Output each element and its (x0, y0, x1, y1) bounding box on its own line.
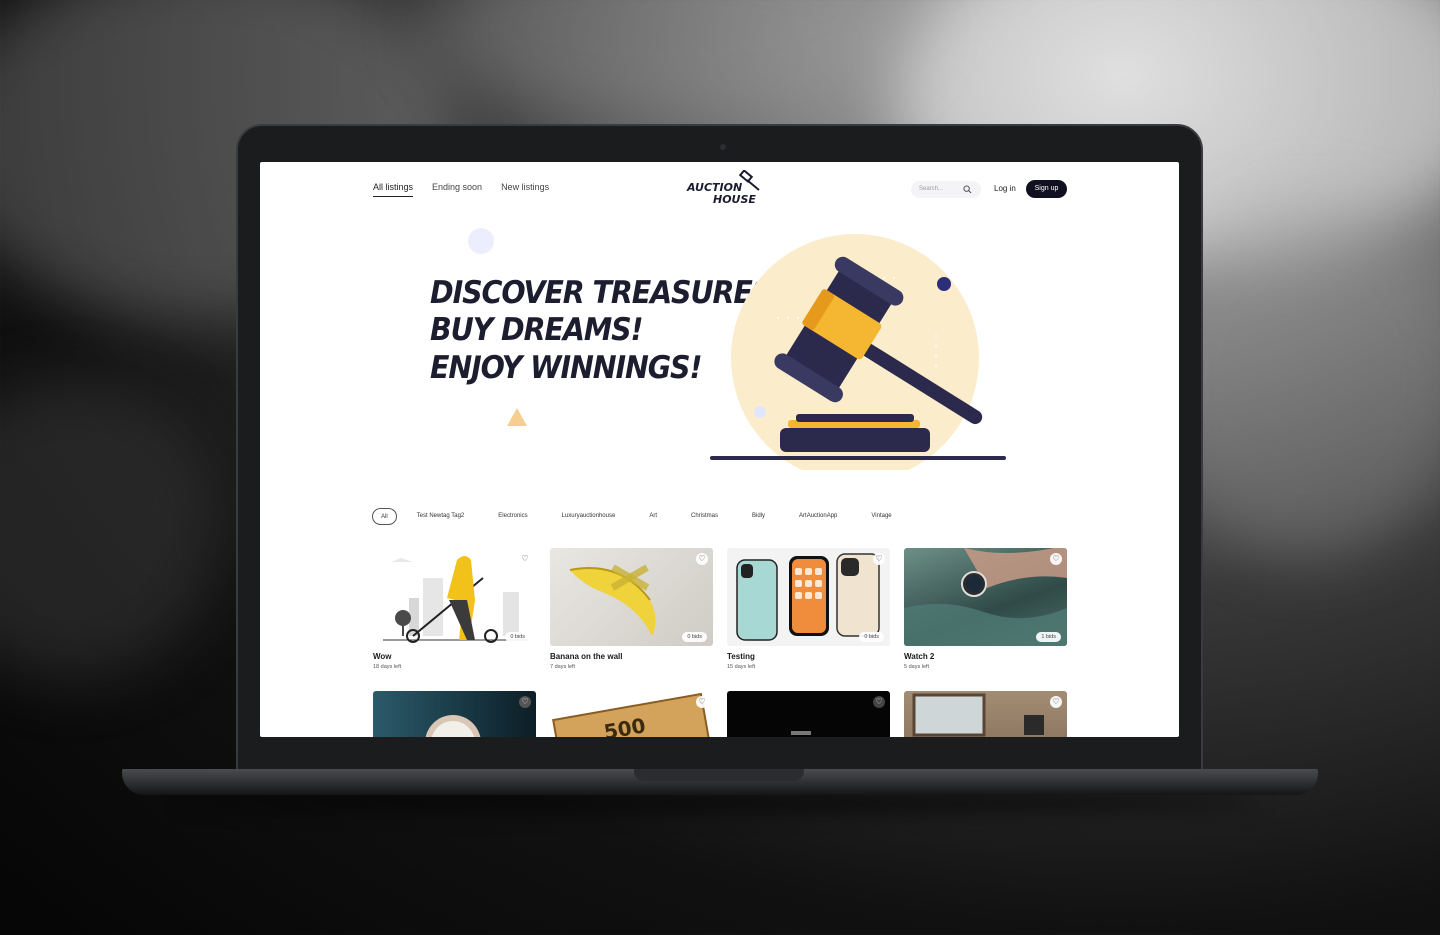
login-link[interactable]: Log in (994, 184, 1016, 193)
filter-chip-artauctionapp[interactable]: ArtAuctionApp (791, 508, 845, 525)
favorite-heart-icon[interactable]: ♡ (519, 553, 531, 565)
filter-chip-test-newtag-tag2[interactable]: Test Newtag Tag2 (409, 508, 473, 525)
listing-title[interactable]: Wow (373, 652, 536, 661)
dark-product-image (791, 731, 811, 735)
logo-text-line2: HOUSE (713, 193, 756, 206)
nav-new-listings[interactable]: New listings (501, 182, 549, 197)
listing-card[interactable]: 500 ♡ (550, 691, 713, 737)
listing-image[interactable]: ♡ (904, 691, 1067, 737)
listing-card[interactable]: ♡ 0 bids Wow 18 days left (373, 548, 536, 670)
bids-badge: 0 bids (682, 632, 707, 642)
search-input[interactable]: Search... (911, 181, 981, 198)
bids-badge: 0 bids (859, 632, 884, 642)
listing-time-left: 18 days left (373, 664, 402, 670)
listing-image[interactable]: ♡ (373, 691, 536, 737)
favorite-heart-icon[interactable]: ♡ (1050, 696, 1062, 708)
favorite-heart-icon[interactable]: ♡ (519, 696, 531, 708)
listing-time-left: 15 days left (727, 664, 756, 670)
bids-badge: 1 bids (1036, 632, 1061, 642)
favorite-heart-icon[interactable]: ♡ (1050, 553, 1062, 565)
filter-chip-luxuryauctionhouse[interactable]: Luxuryauctionhouse (554, 508, 624, 525)
decor-triangle (507, 408, 527, 426)
listing-card[interactable]: ♡ 1 bids Watch 2 5 days left (904, 548, 1067, 670)
listing-image[interactable]: ♡ 0 bids (727, 548, 890, 646)
laptop-lid: All listings Ending soon New listings AU… (236, 124, 1203, 772)
decor-circle-light (468, 228, 494, 254)
signup-button[interactable]: Sign up (1026, 180, 1067, 198)
search-icon[interactable] (963, 185, 972, 194)
laptop-base (122, 769, 1318, 795)
listing-card[interactable]: ♡ (373, 691, 536, 737)
window-room-image (912, 693, 1044, 737)
favorite-heart-icon[interactable]: ♡ (873, 553, 885, 565)
auction-house-logo[interactable]: AUCTION HOUSE (687, 170, 767, 210)
listing-image[interactable]: ♡ 0 bids (373, 548, 536, 646)
listing-time-left: 7 days left (550, 664, 576, 670)
favorite-heart-icon[interactable]: ♡ (696, 553, 708, 565)
listing-card[interactable]: ♡ 0 bids Banana on the wall 7 days left (550, 548, 713, 670)
gavel-illustration (710, 234, 1006, 470)
listing-image[interactable]: ♡ 1 bids (904, 548, 1067, 646)
gavel-logo-icon (738, 170, 760, 191)
filter-chip-art[interactable]: Art (641, 508, 665, 525)
listing-card[interactable]: ♡ (904, 691, 1067, 737)
listing-image[interactable]: 500 ♡ (550, 691, 713, 737)
logo-text-line1: AUCTION (687, 181, 743, 194)
hero-line-2: BUY DREAMS! (430, 312, 644, 348)
nav-all-listings[interactable]: All listings (373, 182, 414, 197)
listing-title[interactable]: Watch 2 (904, 652, 1067, 661)
listing-image[interactable]: ♡ (727, 691, 890, 737)
listing-card[interactable]: ♡ 0 bids Testing 15 days left (727, 548, 890, 670)
browser-viewport: All listings Ending soon New listings AU… (260, 162, 1179, 737)
filter-chip-christmas[interactable]: Christmas (683, 508, 726, 525)
favorite-heart-icon[interactable]: ♡ (873, 696, 885, 708)
search-placeholder: Search... (919, 186, 944, 192)
watch-closeup-image (425, 715, 481, 737)
laptop-notch (634, 769, 804, 781)
hero-line-3: ENJOY WINNINGS! (430, 350, 703, 386)
camera (720, 144, 726, 150)
nav-ending-soon[interactable]: Ending soon (432, 182, 482, 197)
filter-chip-bidly[interactable]: Bidly (744, 508, 773, 525)
listing-title[interactable]: Banana on the wall (550, 652, 713, 661)
category-filters: All Test Newtag Tag2 Electronics Luxurya… (372, 508, 918, 525)
listing-title[interactable]: Testing (727, 652, 890, 661)
filter-chip-vintage[interactable]: Vintage (863, 508, 899, 525)
favorite-heart-icon[interactable]: ♡ (696, 696, 708, 708)
bids-badge: 0 bids (505, 632, 530, 642)
listing-time-left: 5 days left (904, 664, 930, 670)
main-nav: All listings Ending soon New listings (373, 182, 549, 197)
listing-card[interactable]: ♡ (727, 691, 890, 737)
filter-chip-all[interactable]: All (372, 508, 397, 525)
monopoly-note-image: 500 (552, 692, 713, 737)
filter-chip-electronics[interactable]: Electronics (490, 508, 535, 525)
laptop-shadow (180, 792, 1260, 812)
listing-image[interactable]: ♡ 0 bids (550, 548, 713, 646)
